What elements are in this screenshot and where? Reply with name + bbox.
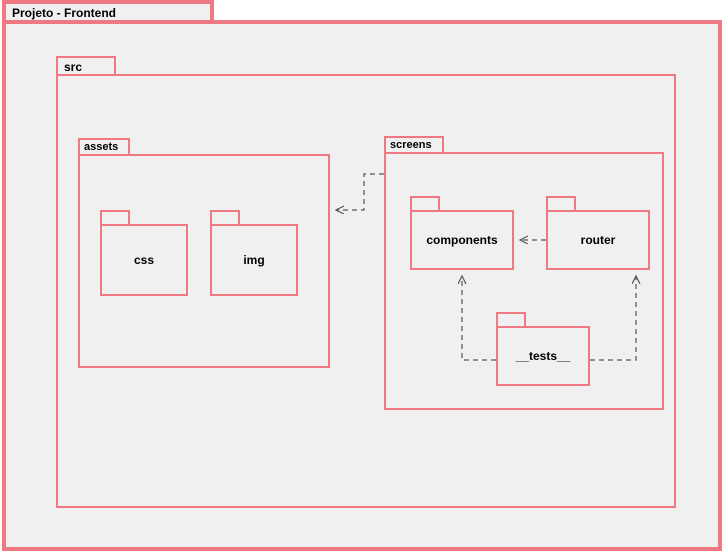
folder-tab-components: [410, 196, 440, 210]
folder-tab-css: [100, 210, 130, 224]
package-label-assets: assets: [84, 141, 118, 153]
package-label-screens: screens: [390, 139, 432, 151]
folder-body-components: components: [410, 210, 514, 270]
folder-label-router: router: [581, 233, 616, 247]
folder-label-tests: __tests__: [516, 349, 571, 363]
folder-body-tests: __tests__: [496, 326, 590, 386]
package-title-projeto: Projeto - Frontend: [12, 6, 116, 20]
folder-body-css: css: [100, 224, 188, 296]
package-label-src: src: [64, 60, 82, 74]
folder-body-img: img: [210, 224, 298, 296]
folder-label-img: img: [243, 253, 264, 267]
folder-components: components: [410, 196, 514, 270]
package-tab-src: src: [56, 56, 116, 76]
folder-label-css: css: [134, 253, 154, 267]
folder-tests: __tests__: [496, 312, 590, 386]
folder-css: css: [100, 210, 188, 296]
folder-tab-router: [546, 196, 576, 210]
folder-tab-tests: [496, 312, 526, 326]
folder-router: router: [546, 196, 650, 270]
folder-img: img: [210, 210, 298, 296]
folder-label-components: components: [426, 233, 497, 247]
folder-body-router: router: [546, 210, 650, 270]
folder-tab-img: [210, 210, 240, 224]
